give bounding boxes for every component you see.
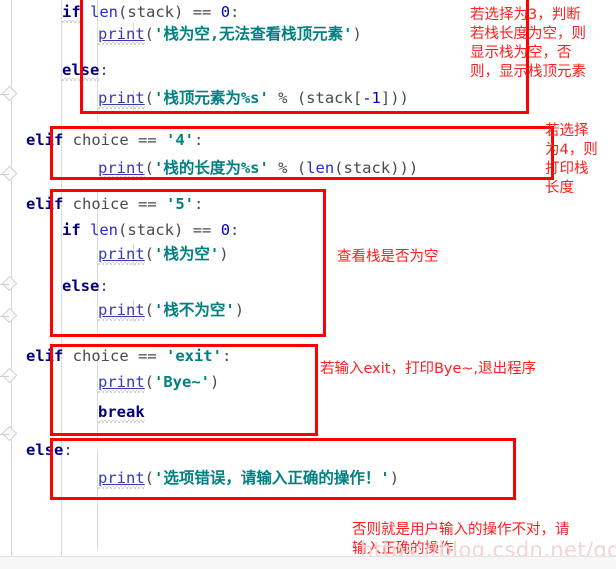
fold-marker-icon[interactable] — [0, 310, 19, 324]
editor-status-bar — [0, 556, 616, 569]
annotation-box-choice-3 — [80, 0, 529, 114]
fold-marker-icon[interactable] — [0, 168, 19, 182]
fold-marker-icon[interactable] — [0, 428, 19, 442]
annotation-box-else — [50, 438, 516, 500]
annotation-box-choice-5 — [50, 189, 326, 337]
fold-marker-icon[interactable] — [0, 370, 19, 384]
annotation-note-choice-3: 若选择为3，判断 若栈长度为空，则 显示栈为空，否 则，显示栈顶元素 — [470, 7, 586, 80]
fold-marker-icon[interactable] — [0, 278, 19, 292]
annotation-note-choice-exit: 若输入exit，打印Bye~,退出程序 — [320, 361, 537, 377]
annotation-box-choice-4 — [50, 126, 554, 180]
code-token: if — [62, 3, 81, 25]
screenshot-root: if len(stack) == 0: print('栈为空,无法查看栈顶元素')… — [0, 0, 616, 569]
editor-gutter[interactable] — [0, 0, 26, 556]
annotation-note-choice-5: 查看栈是否为空 — [337, 249, 439, 265]
annotation-box-choice-exit — [50, 344, 318, 436]
annotation-note-choice-4: 若选择 为4，则 打印栈 长度 — [545, 123, 598, 196]
code-editor[interactable]: if len(stack) == 0: print('栈为空,无法查看栈顶元素')… — [0, 0, 616, 562]
fold-marker-icon[interactable] — [0, 88, 19, 102]
